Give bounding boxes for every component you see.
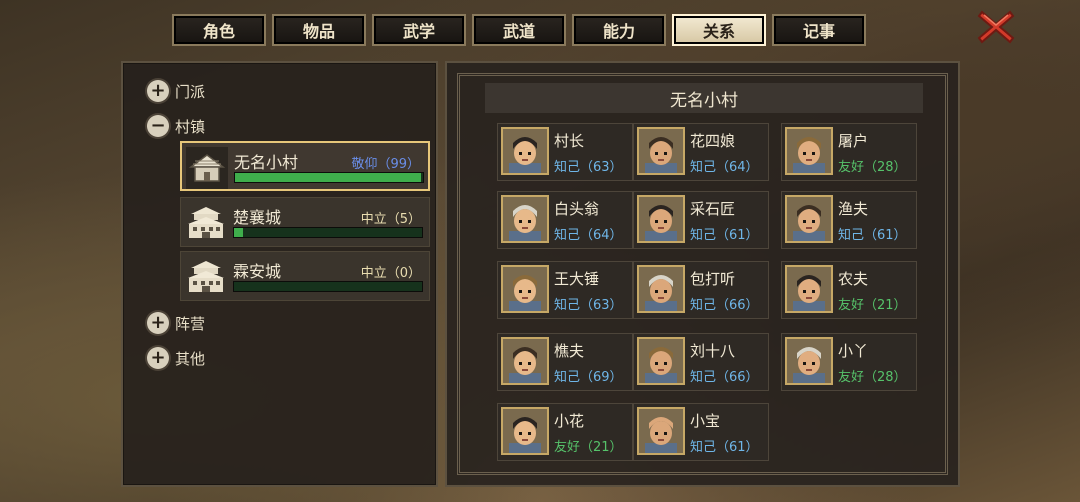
hut-icon bbox=[186, 147, 228, 189]
npc-name: 樵夫 bbox=[554, 342, 585, 360]
npc-name: 小宝 bbox=[690, 412, 721, 430]
city-gate-icon bbox=[188, 261, 224, 292]
npc-name: 村长 bbox=[554, 132, 585, 150]
npc-relation: 友好（28） bbox=[838, 160, 907, 175]
reputation-bar bbox=[234, 172, 424, 183]
woman-icon bbox=[637, 127, 685, 175]
flower-girl-icon bbox=[501, 407, 549, 455]
tree-zhenying[interactable]: + 阵营 bbox=[147, 311, 205, 335]
village-name: 霖安城 bbox=[233, 262, 282, 281]
npc-relation: 知己（66） bbox=[690, 298, 759, 313]
tree-menpai[interactable]: + 门派 bbox=[147, 79, 205, 103]
npc-relation: 知己（63） bbox=[554, 298, 623, 313]
npc-name: 包打听 bbox=[690, 270, 736, 288]
npc-name: 小丫 bbox=[838, 342, 869, 360]
mason-icon bbox=[637, 195, 685, 243]
butcher-icon bbox=[785, 127, 833, 175]
city-gate-icon bbox=[188, 207, 224, 238]
smith-icon bbox=[501, 265, 549, 313]
village-name: 楚襄城 bbox=[233, 208, 282, 227]
expand-plus-icon[interactable]: + bbox=[147, 80, 169, 102]
expand-plus-icon[interactable]: + bbox=[147, 312, 169, 334]
tab-abilities[interactable]: 能力 bbox=[572, 14, 666, 46]
npc-card[interactable]: 花四娘知己（64） bbox=[633, 123, 769, 181]
tree-label-qita: 其他 bbox=[175, 349, 206, 368]
npc-name: 白头翁 bbox=[554, 200, 600, 218]
relation-category-panel: + 门派 − 村镇 无名小村 敬仰（99） 楚襄城 中立（5） 霖安城 中立（0… bbox=[121, 61, 438, 487]
close-x-icon bbox=[977, 10, 1015, 44]
tab-items[interactable]: 物品 bbox=[272, 14, 366, 46]
tab-martial-arts[interactable]: 武学 bbox=[372, 14, 466, 46]
npc-card[interactable]: 小花友好（21） bbox=[497, 403, 633, 461]
tab-journal[interactable]: 记事 bbox=[772, 14, 866, 46]
tab-relations[interactable]: 关系 bbox=[672, 14, 766, 46]
elder-icon bbox=[501, 127, 549, 175]
npc-relation: 知己（61） bbox=[838, 228, 907, 243]
npc-card[interactable]: 王大锤知己（63） bbox=[497, 261, 633, 319]
npc-name: 王大锤 bbox=[554, 270, 600, 288]
npc-card[interactable]: 樵夫知己（69） bbox=[497, 333, 633, 391]
npc-card[interactable]: 小丫友好（28） bbox=[781, 333, 917, 391]
npc-name: 农夫 bbox=[838, 270, 869, 288]
lion-mask-icon bbox=[637, 337, 685, 385]
npc-relation-panel: 无名小村 村长 知己（63） 花四娘 知己（64） 屠户 友好（28） 白头翁 知己（64）采… bbox=[445, 61, 960, 487]
npc-relation: 知己（64） bbox=[690, 160, 759, 175]
fisherman-icon bbox=[785, 195, 833, 243]
npc-relation: 友好（21） bbox=[838, 298, 907, 313]
village-item-chuxiang[interactable]: 楚襄城 中立（5） bbox=[180, 197, 430, 247]
reputation-bar bbox=[233, 227, 423, 238]
girl-icon bbox=[785, 337, 833, 385]
npc-relation: 知己（61） bbox=[690, 228, 759, 243]
tab-role[interactable]: 角色 bbox=[172, 14, 266, 46]
npc-name: 采石匠 bbox=[690, 200, 736, 218]
village-status: 中立（5） bbox=[360, 212, 421, 227]
npc-relation: 友好（28） bbox=[838, 370, 907, 385]
npc-card[interactable]: 小宝知己（61） bbox=[633, 403, 769, 461]
npc-card[interactable]: 农夫友好（21） bbox=[781, 261, 917, 319]
old-man-hat-icon bbox=[501, 195, 549, 243]
region-title: 无名小村 bbox=[485, 83, 923, 113]
tree-label-cunzhen: 村镇 bbox=[175, 117, 206, 136]
npc-relation: 知己（63） bbox=[554, 160, 623, 175]
village-status: 中立（0） bbox=[360, 266, 421, 281]
reputation-bar bbox=[233, 281, 423, 292]
tree-cunzhen[interactable]: − 村镇 bbox=[147, 114, 205, 138]
collapse-minus-icon[interactable]: − bbox=[147, 115, 169, 137]
npc-card[interactable]: 村长知己（63） bbox=[497, 123, 633, 181]
tree-label-menpai: 门派 bbox=[175, 82, 206, 101]
tree-qita[interactable]: + 其他 bbox=[147, 346, 205, 370]
tab-martial-way[interactable]: 武道 bbox=[472, 14, 566, 46]
npc-relation: 知己（66） bbox=[690, 370, 759, 385]
reputation-bar-fill bbox=[235, 173, 422, 182]
npc-card[interactable]: 渔夫知己（61） bbox=[781, 191, 917, 249]
npc-relation: 知己（64） bbox=[554, 228, 623, 243]
woodcutter-icon bbox=[501, 337, 549, 385]
npc-relation: 知己（61） bbox=[690, 440, 759, 455]
npc-card[interactable]: 屠户友好（28） bbox=[781, 123, 917, 181]
npc-card[interactable]: 刘十八知己（66） bbox=[633, 333, 769, 391]
npc-name: 屠户 bbox=[838, 132, 869, 150]
tree-label-zhenying: 阵营 bbox=[175, 314, 206, 333]
village-item-wuming[interactable]: 无名小村 敬仰（99） bbox=[180, 141, 430, 191]
npc-relation: 友好（21） bbox=[554, 440, 623, 455]
npc-name: 花四娘 bbox=[690, 132, 736, 150]
npc-card[interactable]: 采石匠知己（61） bbox=[633, 191, 769, 249]
tab-bar: 角色 物品 武学 武道 能力 关系 记事 bbox=[172, 14, 866, 46]
farmer-icon bbox=[785, 265, 833, 313]
npc-card[interactable]: 白头翁知己（64） bbox=[497, 191, 633, 249]
village-name: 无名小村 bbox=[234, 153, 299, 172]
village-status: 敬仰（99） bbox=[351, 157, 420, 172]
informant-icon bbox=[637, 265, 685, 313]
npc-relation: 知己（69） bbox=[554, 370, 623, 385]
reputation-bar-fill bbox=[234, 228, 244, 237]
npc-name: 小花 bbox=[554, 412, 585, 430]
expand-plus-icon[interactable]: + bbox=[147, 347, 169, 369]
npc-name: 渔夫 bbox=[838, 200, 869, 218]
npc-name: 刘十八 bbox=[690, 342, 736, 360]
close-button[interactable] bbox=[976, 8, 1016, 46]
bald-child-icon bbox=[637, 407, 685, 455]
village-item-linan[interactable]: 霖安城 中立（0） bbox=[180, 251, 430, 301]
npc-card[interactable]: 包打听知己（66） bbox=[633, 261, 769, 319]
